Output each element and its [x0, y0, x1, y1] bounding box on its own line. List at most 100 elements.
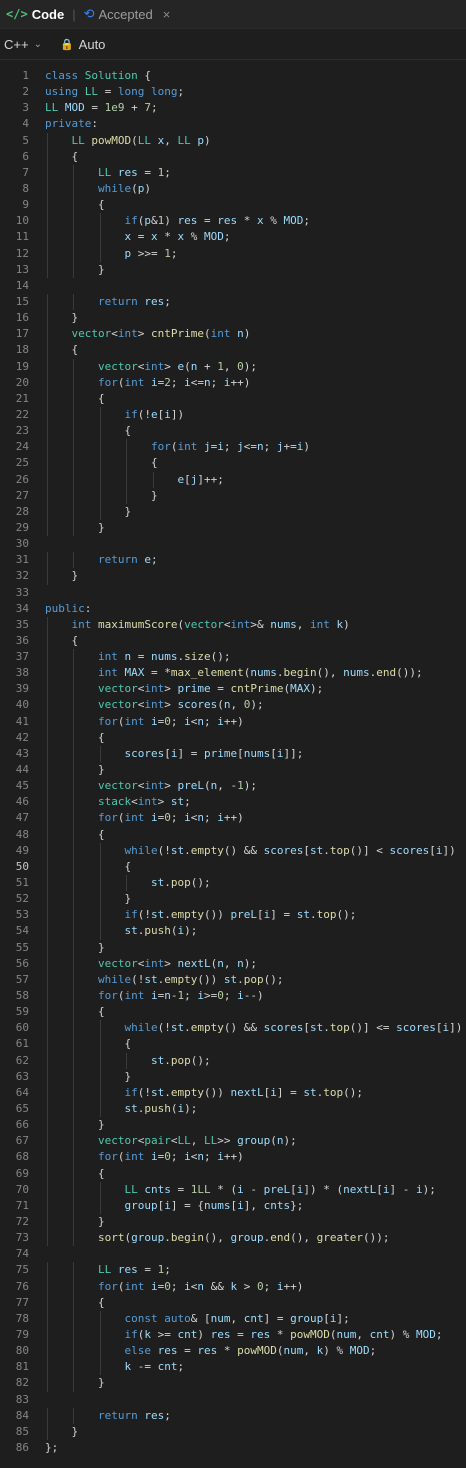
code-line[interactable]: 35 int maximumScore(vector<int>& nums, i…: [0, 616, 466, 633]
code-line[interactable]: 45 vector<int> preL(n, -1);: [0, 778, 466, 795]
code-icon: </>: [6, 7, 28, 21]
code-line[interactable]: 15 return res;: [0, 293, 466, 311]
code-line[interactable]: 10 if(p&1) res = res * x % MOD;: [0, 213, 466, 230]
code-line[interactable]: 47 for(int i=0; i<n; i++): [0, 810, 466, 827]
code-line[interactable]: 72 }: [0, 1213, 466, 1231]
code-line[interactable]: 40 vector<int> scores(n, 0);: [0, 697, 466, 714]
code-line[interactable]: 33: [0, 585, 466, 601]
code-line[interactable]: 81 k -= cnt;: [0, 1359, 466, 1376]
code-line[interactable]: 77 {: [0, 1294, 466, 1311]
code-line[interactable]: 80 else res = res * powMOD(num, k) % MOD…: [0, 1343, 466, 1360]
line-text: {: [29, 197, 105, 214]
code-line[interactable]: 65 st.push(i);: [0, 1101, 466, 1118]
code-line[interactable]: 49 while(!st.empty() && scores[st.top()]…: [0, 842, 466, 859]
code-line[interactable]: 3 LL MOD = 1e9 + 7;: [0, 100, 466, 116]
code-line[interactable]: 1 class Solution {: [0, 68, 466, 84]
code-line[interactable]: 51 st.pop();: [0, 875, 466, 892]
code-line[interactable]: 30: [0, 536, 466, 552]
auto-format-toggle[interactable]: 🔒 Auto: [60, 37, 105, 52]
code-line[interactable]: 7 LL res = 1;: [0, 164, 466, 181]
line-number: 66: [15, 1118, 29, 1132]
code-line[interactable]: 44 }: [0, 762, 466, 779]
code-line[interactable]: 70 LL cnts = 1LL * (i - preL[i]) * (next…: [0, 1181, 466, 1198]
code-line[interactable]: 6 {: [0, 148, 466, 165]
code-line[interactable]: 28 }: [0, 503, 466, 520]
code-line[interactable]: 37 int n = nums.size();: [0, 649, 466, 666]
code-line[interactable]: 62 st.pop();: [0, 1052, 466, 1069]
code-line[interactable]: 52 }: [0, 891, 466, 908]
code-line[interactable]: 20 for(int i=2; i<=n; i++): [0, 374, 466, 391]
code-line[interactable]: 21 {: [0, 390, 466, 407]
code-line[interactable]: 50 {: [0, 858, 466, 876]
code-line[interactable]: 43 scores[i] = prime[nums[i]];: [0, 745, 466, 763]
line-text: const auto& [num, cnt] = group[i];: [29, 1310, 350, 1327]
code-line[interactable]: 64 if(!st.empty()) nextL[i] = st.top();: [0, 1084, 466, 1101]
language-select[interactable]: C++ ⌄: [4, 37, 42, 52]
code-line[interactable]: 76 for(int i=0; i<n && k > 0; i++): [0, 1278, 466, 1295]
code-line[interactable]: 59 {: [0, 1004, 466, 1021]
code-line[interactable]: 74: [0, 1246, 466, 1262]
code-line[interactable]: 57 while(!st.empty()) st.pop();: [0, 971, 466, 989]
code-line[interactable]: 86};: [0, 1440, 466, 1456]
code-line[interactable]: 82 }: [0, 1375, 466, 1392]
code-line[interactable]: 58 for(int i=n-1; i>=0; i--): [0, 988, 466, 1005]
close-icon[interactable]: ×: [163, 7, 171, 22]
code-line[interactable]: 13 }: [0, 261, 466, 278]
code-line[interactable]: 56 vector<int> nextL(n, n);: [0, 955, 466, 972]
code-line[interactable]: 26 e[j]++;: [0, 471, 466, 488]
code-line[interactable]: 22 if(!e[i]): [0, 406, 466, 424]
code-line[interactable]: 68 for(int i=0; i<n; i++): [0, 1149, 466, 1166]
code-line[interactable]: 83: [0, 1392, 466, 1408]
indent-guide: [99, 245, 101, 262]
code-line[interactable]: 66 }: [0, 1117, 466, 1134]
code-line[interactable]: 32 }: [0, 568, 466, 585]
code-line[interactable]: 42 {: [0, 729, 466, 746]
code-line[interactable]: 39 vector<int> prime = cntPrime(MAX);: [0, 681, 466, 698]
code-line[interactable]: 54 st.push(i);: [0, 923, 466, 940]
code-line[interactable]: 41 for(int i=0; i<n; i++): [0, 713, 466, 730]
code-line[interactable]: 29 }: [0, 519, 466, 537]
code-line[interactable]: 73 sort(group.begin(), group.end(), grea…: [0, 1230, 466, 1247]
code-line[interactable]: 84 return res;: [0, 1407, 466, 1424]
code-line[interactable]: 36 {: [0, 632, 466, 650]
code-line[interactable]: 17 vector<int> cntPrime(int n): [0, 326, 466, 343]
code-line[interactable]: 61 {: [0, 1036, 466, 1053]
code-line[interactable]: 38 int MAX = *max_element(nums.begin(), …: [0, 665, 466, 682]
code-line[interactable]: 67 vector<pair<LL, LL>> group(n);: [0, 1133, 466, 1150]
code-line[interactable]: 24 for(int j=i; j<=n; j+=i): [0, 439, 466, 456]
code-line[interactable]: 60 while(!st.empty() && scores[st.top()]…: [0, 1020, 466, 1037]
code-line[interactable]: 75 LL res = 1;: [0, 1262, 466, 1279]
code-line[interactable]: 63 }: [0, 1068, 466, 1085]
code-line[interactable]: 78 const auto& [num, cnt] = group[i];: [0, 1310, 466, 1327]
code-line[interactable]: 85 }: [0, 1423, 466, 1440]
tab-accepted-label: Accepted: [98, 6, 153, 22]
code-line[interactable]: 16 }: [0, 310, 466, 327]
code-line[interactable]: 55 }: [0, 939, 466, 956]
code-editor[interactable]: 1 class Solution {2 using LL = long long; 3…: [0, 60, 466, 1456]
line-number: 14: [15, 278, 29, 292]
code-line[interactable]: 71 group[i] = {nums[i], cnts};: [0, 1197, 466, 1214]
code-line[interactable]: 9 {: [0, 197, 466, 214]
code-line[interactable]: 8 while(p): [0, 180, 466, 198]
code-line[interactable]: 19 vector<int> e(n + 1, 0);: [0, 358, 466, 375]
code-line[interactable]: 18 {: [0, 342, 466, 359]
indent-guide: [99, 1343, 101, 1360]
code-line[interactable]: 5 LL powMOD(LL x, LL p): [0, 132, 466, 149]
code-line[interactable]: 34 public:: [0, 601, 466, 617]
code-line[interactable]: 53 if(!st.empty()) preL[i] = st.top();: [0, 907, 466, 924]
code-line[interactable]: 69 {: [0, 1165, 466, 1182]
code-line[interactable]: 31 return e;: [0, 552, 466, 569]
code-line[interactable]: 2 using LL = long long;: [0, 84, 466, 100]
code-line[interactable]: 25 {: [0, 455, 466, 472]
code-line[interactable]: 12 p >>= 1;: [0, 245, 466, 262]
code-line[interactable]: 79 if(k >= cnt) res = res * powMOD(num, …: [0, 1326, 466, 1344]
code-line[interactable]: 14: [0, 278, 466, 294]
code-line[interactable]: 46 stack<int> st;: [0, 794, 466, 811]
code-line[interactable]: 27 }: [0, 487, 466, 504]
tab-code[interactable]: </> Code: [6, 7, 64, 22]
code-line[interactable]: 23 {: [0, 423, 466, 440]
tab-accepted[interactable]: ⟲ Accepted ×: [84, 6, 171, 22]
code-line[interactable]: 4 private:: [0, 116, 466, 132]
code-line[interactable]: 11 x = x * x % MOD;: [0, 229, 466, 246]
code-line[interactable]: 48 {: [0, 826, 466, 843]
